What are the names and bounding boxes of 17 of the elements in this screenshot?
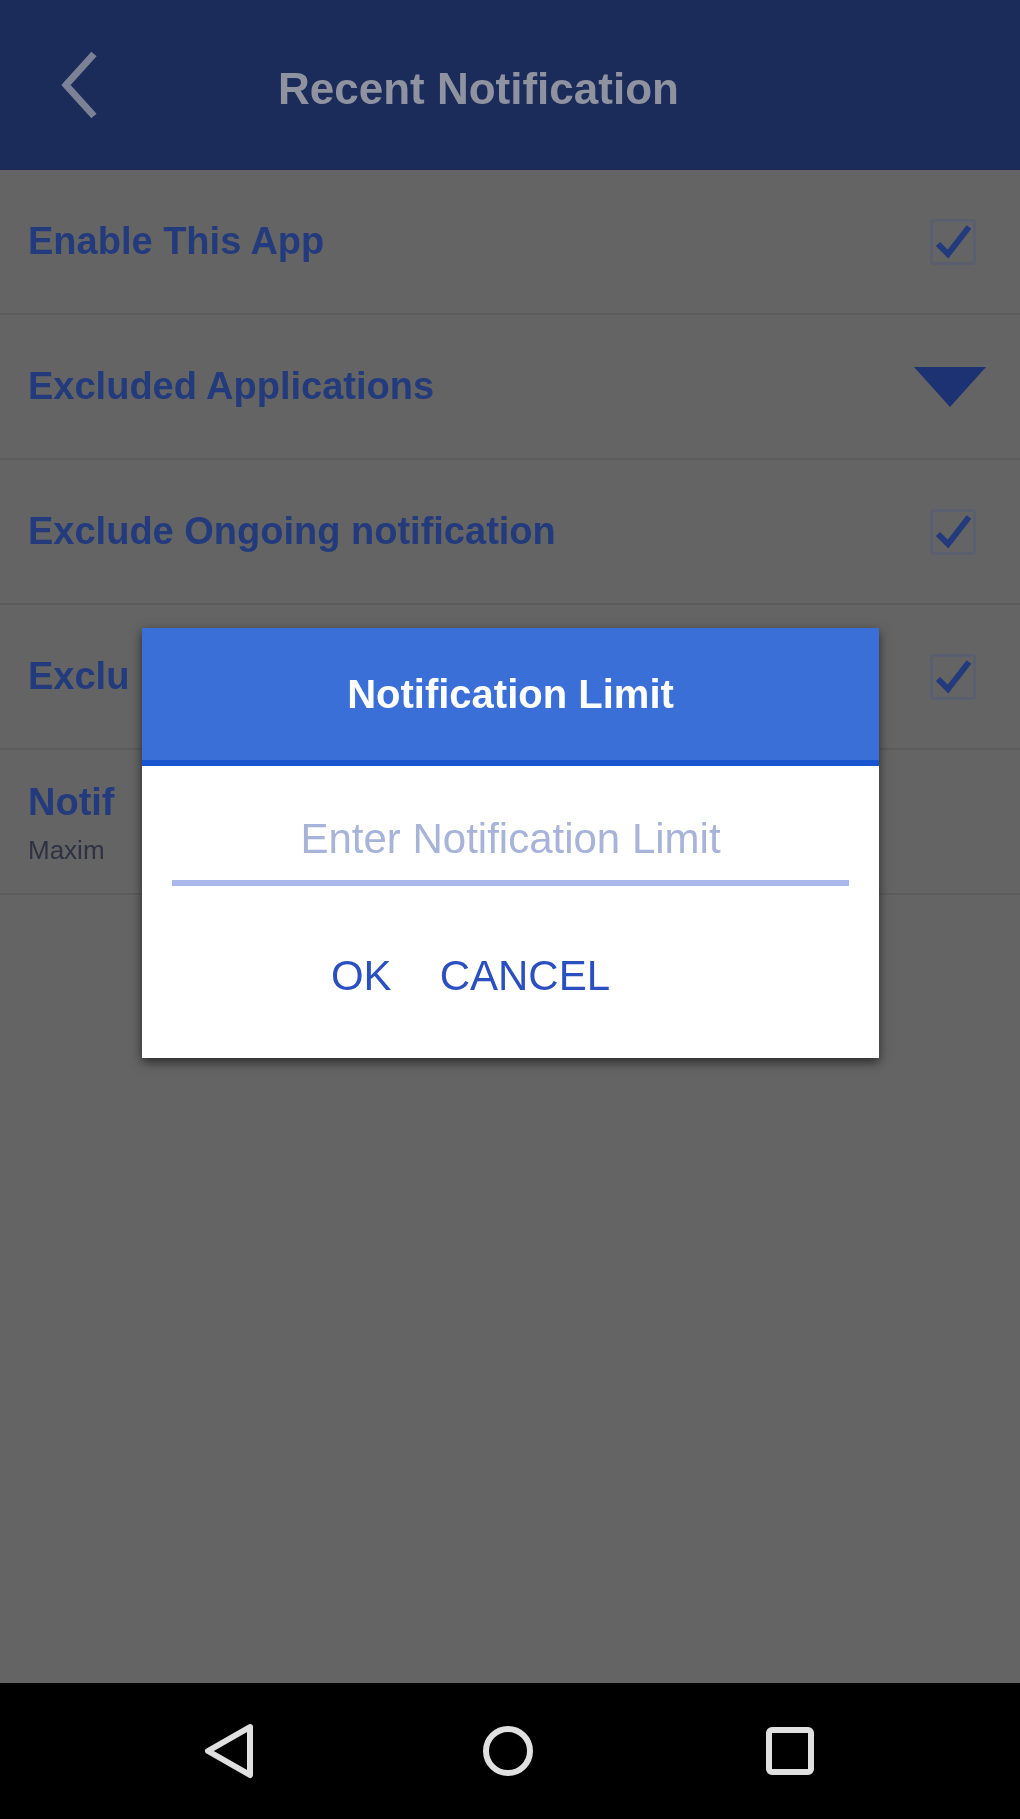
dropdown-triangle-icon[interactable] (914, 366, 986, 407)
home-nav-icon[interactable] (481, 1724, 535, 1778)
setting-label: Exclude Ongoing notification (28, 509, 556, 554)
recents-nav-icon[interactable] (765, 1726, 815, 1776)
back-nav-icon[interactable] (202, 1722, 256, 1780)
dialog-button[interactable]: CANCEL (435, 936, 615, 1015)
checkbox[interactable] (930, 218, 976, 265)
dialog-button[interactable]: OK (326, 936, 396, 1015)
screen-title: Recent Notification (278, 63, 679, 115)
setting-label: Notif (28, 779, 115, 825)
setting-label: Excluded Applications (28, 364, 435, 409)
checkbox[interactable] (930, 508, 976, 555)
input-field[interactable]: Enter Notification Limit (172, 798, 849, 886)
checkbox[interactable] (930, 653, 976, 700)
setting-label: Enable This App (28, 219, 325, 264)
setting-label: Exclu (28, 654, 130, 699)
dialog-title: Notification Limit (347, 671, 674, 718)
